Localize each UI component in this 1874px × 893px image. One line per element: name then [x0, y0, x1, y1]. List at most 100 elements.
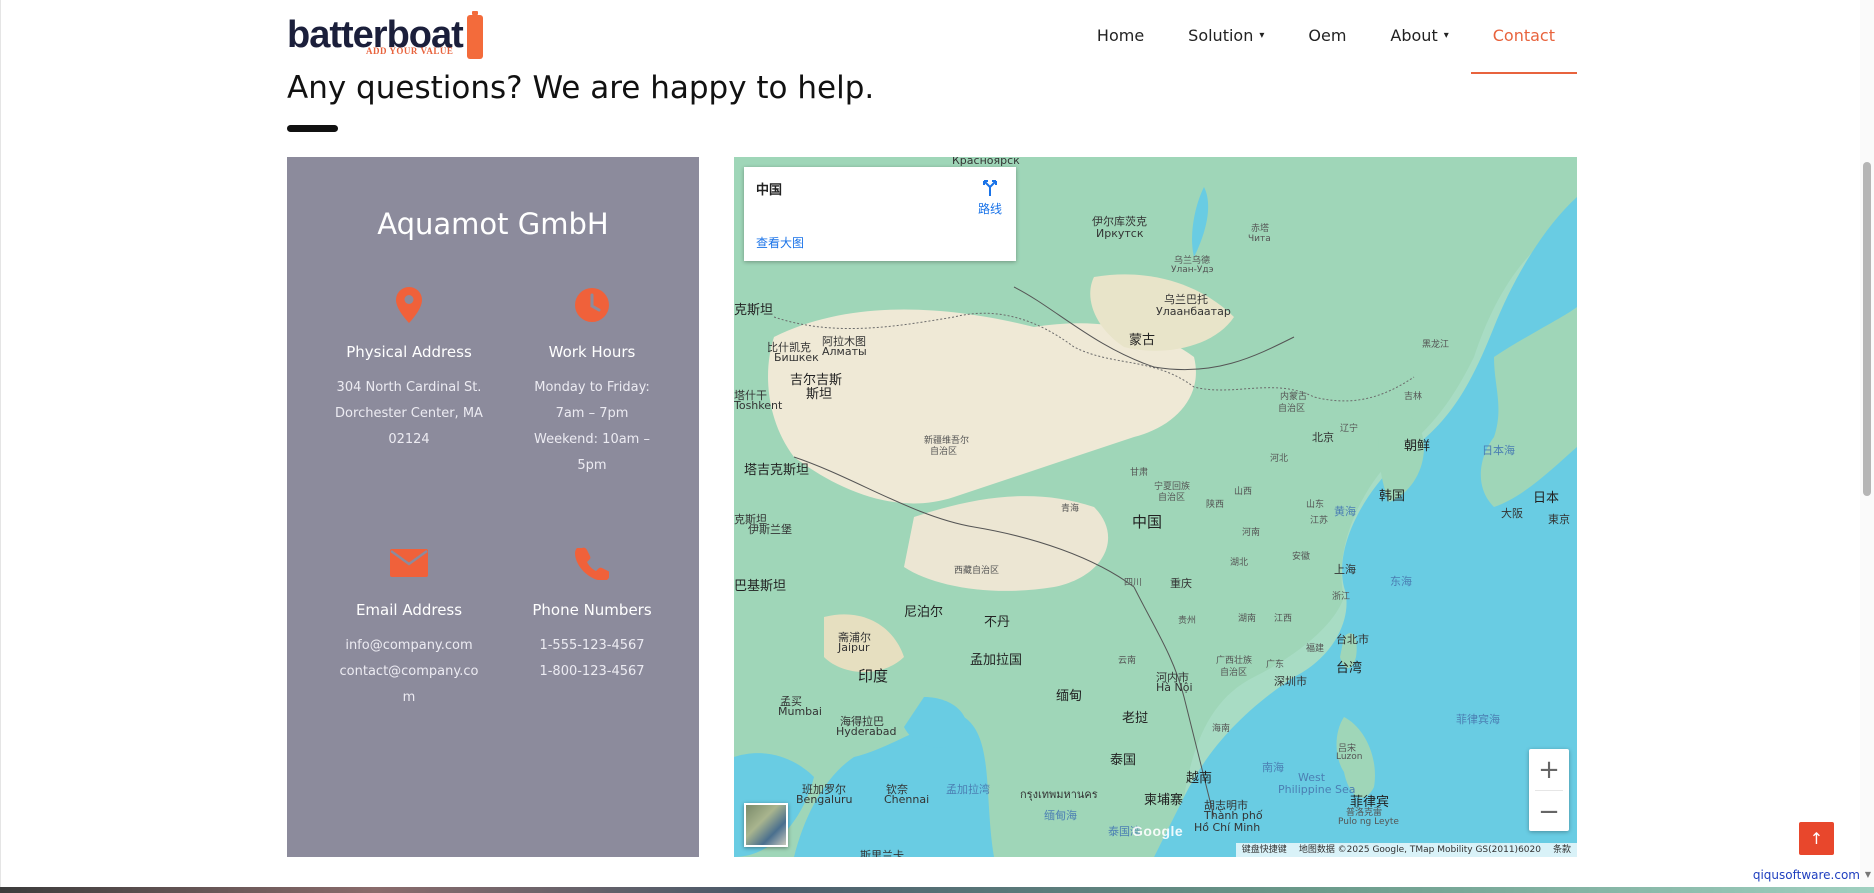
- zoom-control: + −: [1529, 749, 1569, 831]
- map-place-card: 中国 路线 查看大图: [744, 167, 1016, 261]
- map-label: 广东: [1266, 660, 1285, 670]
- map-label: Улаанбаатар: [1156, 305, 1231, 318]
- address-line: Dorchester Center, MA: [335, 406, 483, 421]
- map-label: Bengaluru: [796, 793, 853, 806]
- map-label: 巴基斯坦: [734, 579, 787, 594]
- page-scrollbar[interactable]: ▼: [1860, 0, 1874, 893]
- phone-block: Phone Numbers 1-555-123-4567 1-800-123-4…: [512, 543, 672, 685]
- directions-button[interactable]: 路线: [978, 177, 1002, 217]
- site-logo[interactable]: batterboat ADD YOUR VALUE: [287, 10, 483, 60]
- map-label: Hà Nội: [1156, 681, 1193, 694]
- map-label: 西藏自治区: [954, 566, 1000, 576]
- page-title: Any questions? We are happy to help.: [287, 70, 875, 106]
- email-line[interactable]: contact@company.co: [329, 659, 489, 685]
- envelope-icon: [329, 543, 489, 583]
- nav-contact[interactable]: Contact: [1470, 0, 1578, 74]
- nav-label: Home: [1096, 25, 1145, 45]
- keyboard-shortcuts-link[interactable]: 键盘快捷键: [1236, 843, 1293, 857]
- email-block: Email Address info@company.com contact@c…: [329, 543, 489, 711]
- map-label: 缅甸海: [1044, 809, 1077, 822]
- map-label: 台北市: [1336, 633, 1369, 646]
- map-label: 重庆: [1170, 577, 1192, 590]
- map-label: 印度: [858, 667, 889, 685]
- chevron-down-icon: ▾: [1443, 29, 1449, 41]
- nav-oem[interactable]: Oem: [1286, 0, 1368, 70]
- view-larger-map-link[interactable]: 查看大图: [756, 234, 804, 251]
- map-base: [734, 157, 1577, 857]
- map-label: กรุงเทพมหานคร: [1020, 788, 1098, 801]
- map-label: 中国: [1132, 513, 1163, 531]
- map-label: 南海: [1262, 761, 1284, 774]
- map-label: 克斯坦: [734, 303, 774, 318]
- nav-label: About: [1390, 25, 1438, 45]
- map-label: 山西: [1234, 487, 1253, 497]
- map-label: 老挝: [1122, 711, 1149, 726]
- zoom-in-button[interactable]: +: [1529, 749, 1569, 790]
- map-label: Красноярск: [952, 157, 1020, 167]
- map-label: 山东: [1306, 500, 1325, 510]
- map-label: 四川: [1124, 578, 1143, 588]
- zoom-out-button[interactable]: −: [1529, 791, 1569, 832]
- map-label: 浙江: [1332, 592, 1351, 602]
- nav-label: Oem: [1308, 25, 1347, 45]
- map-label: 泰国: [1110, 753, 1137, 768]
- watermark: qiqusoftware.com: [1752, 868, 1860, 882]
- address-line: 304 North Cardinal St.: [336, 380, 482, 395]
- map-label: 韩国: [1379, 489, 1406, 504]
- place-name: 中国: [756, 183, 783, 198]
- map-label: Jaipur: [838, 641, 870, 654]
- map-label: 自治区: [930, 447, 958, 457]
- google-logo[interactable]: Google: [1132, 823, 1183, 839]
- nav-about[interactable]: About ▾: [1368, 0, 1470, 70]
- taskbar-strip: [0, 887, 1874, 893]
- arrow-up-icon: ↑: [1809, 829, 1824, 848]
- map-label: 自治区: [1158, 493, 1186, 503]
- scroll-down-arrow-icon[interactable]: ▼: [1865, 870, 1871, 879]
- map-label: 上海: [1334, 563, 1356, 576]
- map-label: 深圳市: [1274, 675, 1307, 688]
- nav-home[interactable]: Home: [1075, 0, 1166, 70]
- map-label: Бишкек: [774, 351, 819, 364]
- map-label: 大阪: [1501, 507, 1523, 520]
- clock-icon: [512, 285, 672, 325]
- nav-solution[interactable]: Solution ▾: [1166, 0, 1286, 70]
- hours-title: Work Hours: [548, 343, 636, 361]
- phone-line[interactable]: 1-800-123-4567: [512, 659, 672, 685]
- map-label: Чита: [1248, 234, 1271, 244]
- map-label: 斯里兰卡: [860, 849, 904, 857]
- chevron-down-icon: ▾: [1259, 29, 1265, 41]
- map-label: 东海: [1390, 575, 1412, 588]
- email-line[interactable]: m: [329, 685, 489, 711]
- hours-line: 5pm: [577, 458, 607, 473]
- address-block: Physical Address 304 North Cardinal St. …: [329, 285, 489, 453]
- map-label: 江苏: [1310, 516, 1329, 526]
- map-label: 柬埔寨: [1144, 793, 1184, 808]
- map-label: 越南: [1186, 771, 1213, 786]
- map-label: 孟加拉湾: [946, 783, 990, 796]
- map-label: Mumbai: [778, 705, 822, 718]
- satellite-toggle[interactable]: [744, 803, 788, 847]
- nav-label: Contact: [1492, 25, 1555, 45]
- map-label: Hồ Chí Minh: [1194, 821, 1261, 834]
- phone-line[interactable]: 1-555-123-4567: [512, 633, 672, 659]
- email-line[interactable]: info@company.com: [329, 633, 489, 659]
- scrollbar-thumb[interactable]: [1863, 162, 1871, 496]
- map-label: 孟加拉国: [970, 653, 1023, 668]
- map-label: 斯坦: [806, 387, 833, 402]
- terms-link[interactable]: 条款: [1547, 843, 1577, 857]
- embedded-map[interactable]: Красноярск 伊尔库茨克 Иркутск 赤塔 Чита 乌兰乌德 Ул…: [734, 157, 1577, 857]
- map-label: 尼泊尔: [904, 605, 944, 620]
- directions-icon: [982, 180, 997, 196]
- map-label: 湖北: [1230, 558, 1249, 568]
- contact-card: Aquamot GmbH Physical Address 304 North …: [287, 157, 699, 857]
- map-label: 黑龙江: [1422, 340, 1450, 350]
- map-label: Luzon: [1336, 752, 1363, 762]
- map-label: 缅甸: [1056, 689, 1083, 704]
- hours-line: 7am – 7pm: [555, 406, 629, 421]
- back-to-top-button[interactable]: ↑: [1799, 822, 1834, 855]
- map-label: 塔吉克斯坦: [744, 463, 810, 478]
- email-title: Email Address: [355, 601, 463, 619]
- map-label: 甘肃: [1130, 468, 1149, 478]
- map-label: 安徽: [1292, 552, 1311, 562]
- map-label: 不丹: [984, 615, 1011, 630]
